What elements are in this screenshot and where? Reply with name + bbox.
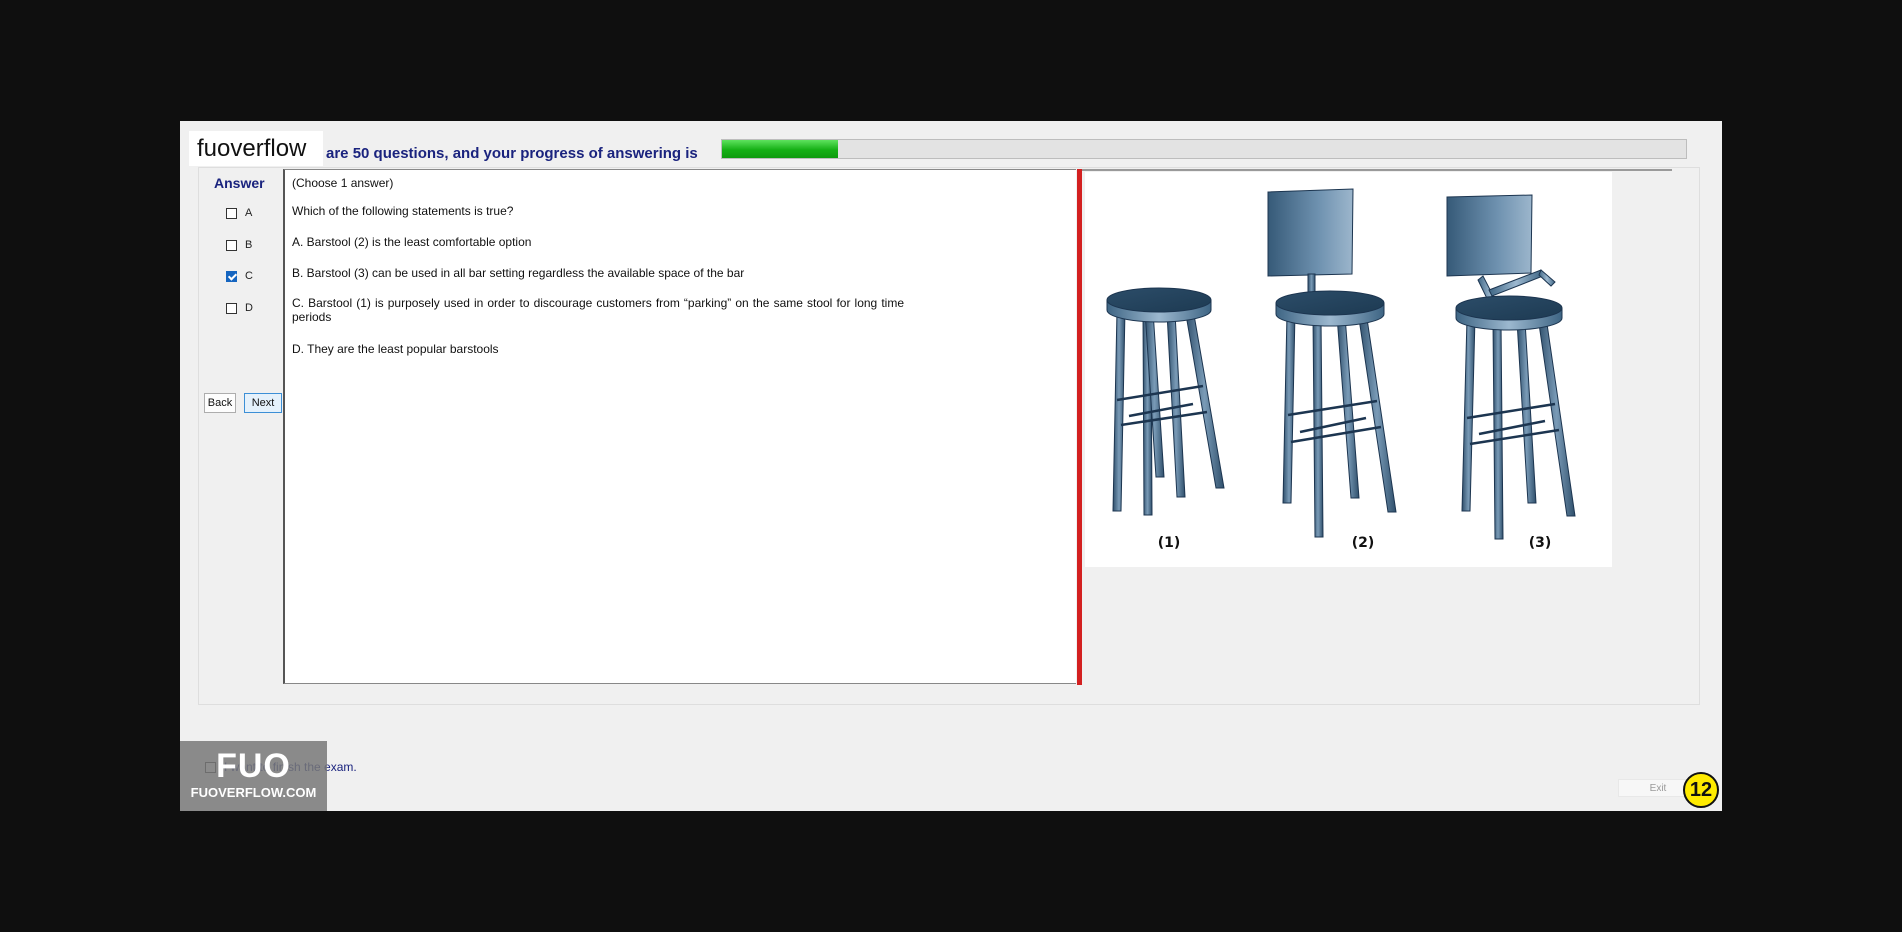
option-c[interactable]: C xyxy=(226,268,253,284)
option-a-checkbox[interactable] xyxy=(226,207,237,219)
question-prompt: Which of the following statements is tru… xyxy=(292,204,514,218)
back-button[interactable]: Back xyxy=(204,393,236,413)
barstool-1-label: (1) xyxy=(1158,535,1181,551)
choice-a-text: A. Barstool (2) is the least comfortable… xyxy=(292,235,532,249)
option-b[interactable]: B xyxy=(226,237,252,253)
progress-text: are 50 questions, and your progress of a… xyxy=(326,145,698,162)
option-a[interactable]: A xyxy=(226,205,252,221)
option-d-checkbox[interactable] xyxy=(226,302,237,314)
option-b-checkbox[interactable] xyxy=(226,239,237,251)
exam-window: fuoverflow are 50 questions, and your pr… xyxy=(180,121,1722,811)
barstool-3-label: (3) xyxy=(1529,535,1552,551)
barstools-figure: (1) (2) (3) xyxy=(1085,172,1612,567)
barstool-2-label: (2) xyxy=(1352,535,1375,551)
option-a-label: A xyxy=(245,207,253,219)
choice-b-text: B. Barstool (3) can be used in all bar s… xyxy=(292,266,745,280)
option-d[interactable]: D xyxy=(226,300,253,316)
watermark-logo-text: FUOVERFLOW.COM xyxy=(190,785,317,800)
progress-bar xyxy=(721,139,1687,159)
watermark-logo-mark: FUO xyxy=(216,747,291,785)
answer-heading: Answer xyxy=(214,175,265,191)
progress-fill xyxy=(722,140,838,158)
brand-label: fuoverflow xyxy=(189,131,323,166)
barstool-3: (3) xyxy=(1446,194,1576,551)
option-b-label: B xyxy=(245,239,253,251)
choice-c-text: C. Barstool (1) is purposely used in ord… xyxy=(292,296,904,324)
option-d-label: D xyxy=(245,302,253,314)
next-button[interactable]: Next xyxy=(244,393,282,413)
watermark-logo: FUO FUOVERFLOW.COM xyxy=(180,741,327,811)
choice-d-text: D. They are the least popular barstools xyxy=(292,342,499,356)
page-number-badge: 12 xyxy=(1683,772,1719,808)
option-c-checkbox[interactable] xyxy=(226,270,237,282)
barstool-1: (1) xyxy=(1106,287,1225,551)
option-c-label: C xyxy=(245,270,253,282)
barstool-2: (2) xyxy=(1267,188,1397,551)
question-instruction: (Choose 1 answer) xyxy=(292,176,394,190)
question-pane: (Choose 1 answer) Which of the following… xyxy=(283,169,1076,684)
